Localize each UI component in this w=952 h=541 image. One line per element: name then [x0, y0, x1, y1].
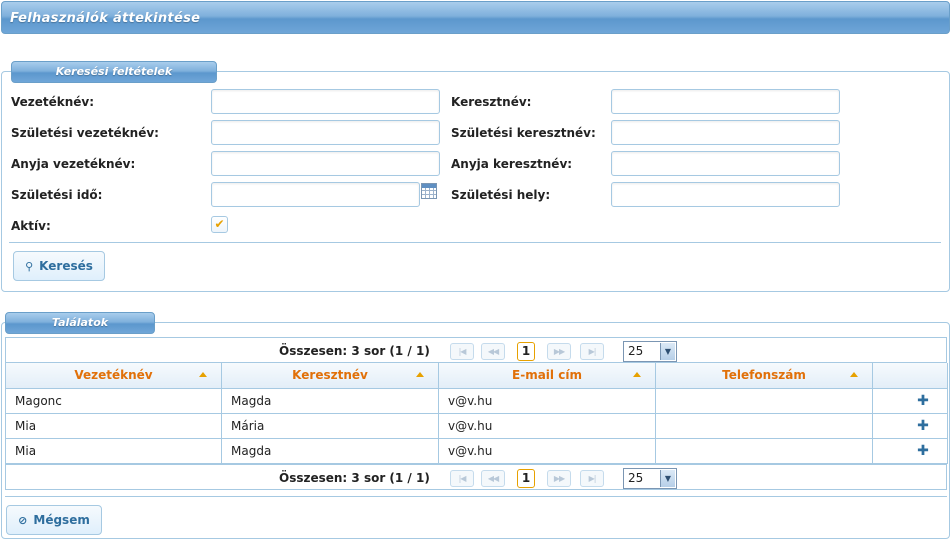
pager-bottom: Összesen: 3 sor (1 / 1) |◀ ◀◀ 1 ▶▶ ▶| 25… — [5, 464, 947, 490]
next-page-button[interactable]: ▶▶ — [547, 470, 571, 487]
table-row[interactable]: Mia Mária v@v.hu ✚ — [5, 412, 948, 439]
page-title: Felhasználók áttekintése — [1, 1, 950, 34]
cell-last-name: Mia — [5, 412, 222, 439]
sort-icon — [416, 372, 424, 377]
birth-place-label: Születési hely: — [451, 188, 551, 202]
cell-email: v@v.hu — [438, 437, 656, 464]
chevron-down-icon: ▼ — [660, 343, 675, 360]
pager-summary: Összesen: 3 sor (1 / 1) — [279, 471, 430, 485]
checkmark-icon: ✔ — [214, 217, 225, 231]
page-size-value: 25 — [628, 471, 644, 485]
pager-top: Összesen: 3 sor (1 / 1) |◀ ◀◀ 1 ▶▶ ▶| 25… — [5, 337, 947, 363]
first-page-button[interactable]: |◀ — [450, 343, 474, 360]
page-size-select[interactable]: 25 ▼ — [623, 468, 677, 489]
page-number-button[interactable]: 1 — [517, 342, 535, 361]
cell-first-name: Mária — [221, 412, 439, 439]
cell-phone — [655, 387, 873, 414]
cancel-icon: ⊘ — [18, 513, 28, 527]
add-icon[interactable]: ✚ — [917, 418, 929, 434]
results-panel-legend: Találatok — [5, 312, 155, 334]
page-number-button[interactable]: 1 — [517, 469, 535, 488]
table-row[interactable]: Magonc Magda v@v.hu ✚ — [5, 387, 948, 414]
last-page-button[interactable]: ▶| — [580, 470, 604, 487]
search-button[interactable]: ⚲ Keresés — [13, 251, 105, 281]
next-page-button[interactable]: ▶▶ — [547, 343, 571, 360]
mother-last-name-input[interactable] — [211, 151, 440, 176]
cell-first-name: Magda — [221, 387, 439, 414]
cell-email: v@v.hu — [438, 412, 656, 439]
cell-phone — [655, 437, 873, 464]
page-size-value: 25 — [628, 344, 644, 358]
column-header-first-name[interactable]: Keresztnév — [221, 363, 439, 389]
last-name-input[interactable] — [211, 89, 440, 114]
search-icon: ⚲ — [25, 259, 34, 273]
page-size-select[interactable]: 25 ▼ — [623, 341, 677, 362]
cell-first-name: Magda — [221, 437, 439, 464]
first-name-label: Keresztnév: — [451, 95, 532, 109]
search-button-label: Keresés — [39, 259, 93, 273]
results-table: Vezetéknév Keresztnév E-mail cím Telefon… — [5, 363, 948, 464]
pager-summary: Összesen: 3 sor (1 / 1) — [279, 344, 430, 358]
sort-icon — [199, 372, 207, 377]
column-header-actions — [872, 363, 948, 389]
prev-page-button[interactable]: ◀◀ — [481, 470, 505, 487]
cell-last-name: Mia — [5, 437, 222, 464]
search-panel-legend: Keresési feltételek — [11, 61, 217, 83]
table-header-row: Vezetéknév Keresztnév E-mail cím Telefon… — [5, 363, 948, 389]
mother-first-name-label: Anyja keresztnév: — [451, 157, 573, 171]
mother-last-name-label: Anyja vezetéknév: — [11, 157, 136, 171]
active-label: Aktív: — [11, 219, 51, 233]
results-divider — [5, 496, 947, 497]
birth-place-input[interactable] — [611, 182, 840, 207]
column-header-phone[interactable]: Telefonszám — [655, 363, 873, 389]
add-icon[interactable]: ✚ — [917, 443, 929, 459]
birth-first-name-input[interactable] — [611, 120, 840, 145]
column-header-last-name[interactable]: Vezetéknév — [5, 363, 222, 389]
first-name-input[interactable] — [611, 89, 840, 114]
last-page-button[interactable]: ▶| — [580, 343, 604, 360]
search-divider — [9, 242, 941, 243]
cell-last-name: Magonc — [5, 387, 222, 414]
add-icon[interactable]: ✚ — [917, 393, 929, 409]
last-name-label: Vezetéknév: — [11, 95, 95, 109]
cell-phone — [655, 412, 873, 439]
birth-last-name-label: Születési vezetéknév: — [11, 126, 159, 140]
cancel-button-label: Mégsem — [33, 513, 90, 527]
mother-first-name-input[interactable] — [611, 151, 840, 176]
sort-icon — [850, 372, 858, 377]
birth-first-name-label: Születési keresztnév: — [451, 126, 596, 140]
table-row[interactable]: Mia Magda v@v.hu ✚ — [5, 437, 948, 464]
active-checkbox[interactable]: ✔ — [211, 216, 228, 233]
prev-page-button[interactable]: ◀◀ — [481, 343, 505, 360]
cell-email: v@v.hu — [438, 387, 656, 414]
cancel-button[interactable]: ⊘ Mégsem — [6, 505, 102, 535]
sort-icon — [633, 372, 641, 377]
column-header-email[interactable]: E-mail cím — [438, 363, 656, 389]
chevron-down-icon: ▼ — [660, 470, 675, 487]
birth-date-input[interactable] — [211, 182, 420, 207]
birth-last-name-input[interactable] — [211, 120, 440, 145]
birth-date-label: Születési idő: — [11, 188, 103, 202]
calendar-icon[interactable] — [421, 183, 437, 199]
first-page-button[interactable]: |◀ — [450, 470, 474, 487]
